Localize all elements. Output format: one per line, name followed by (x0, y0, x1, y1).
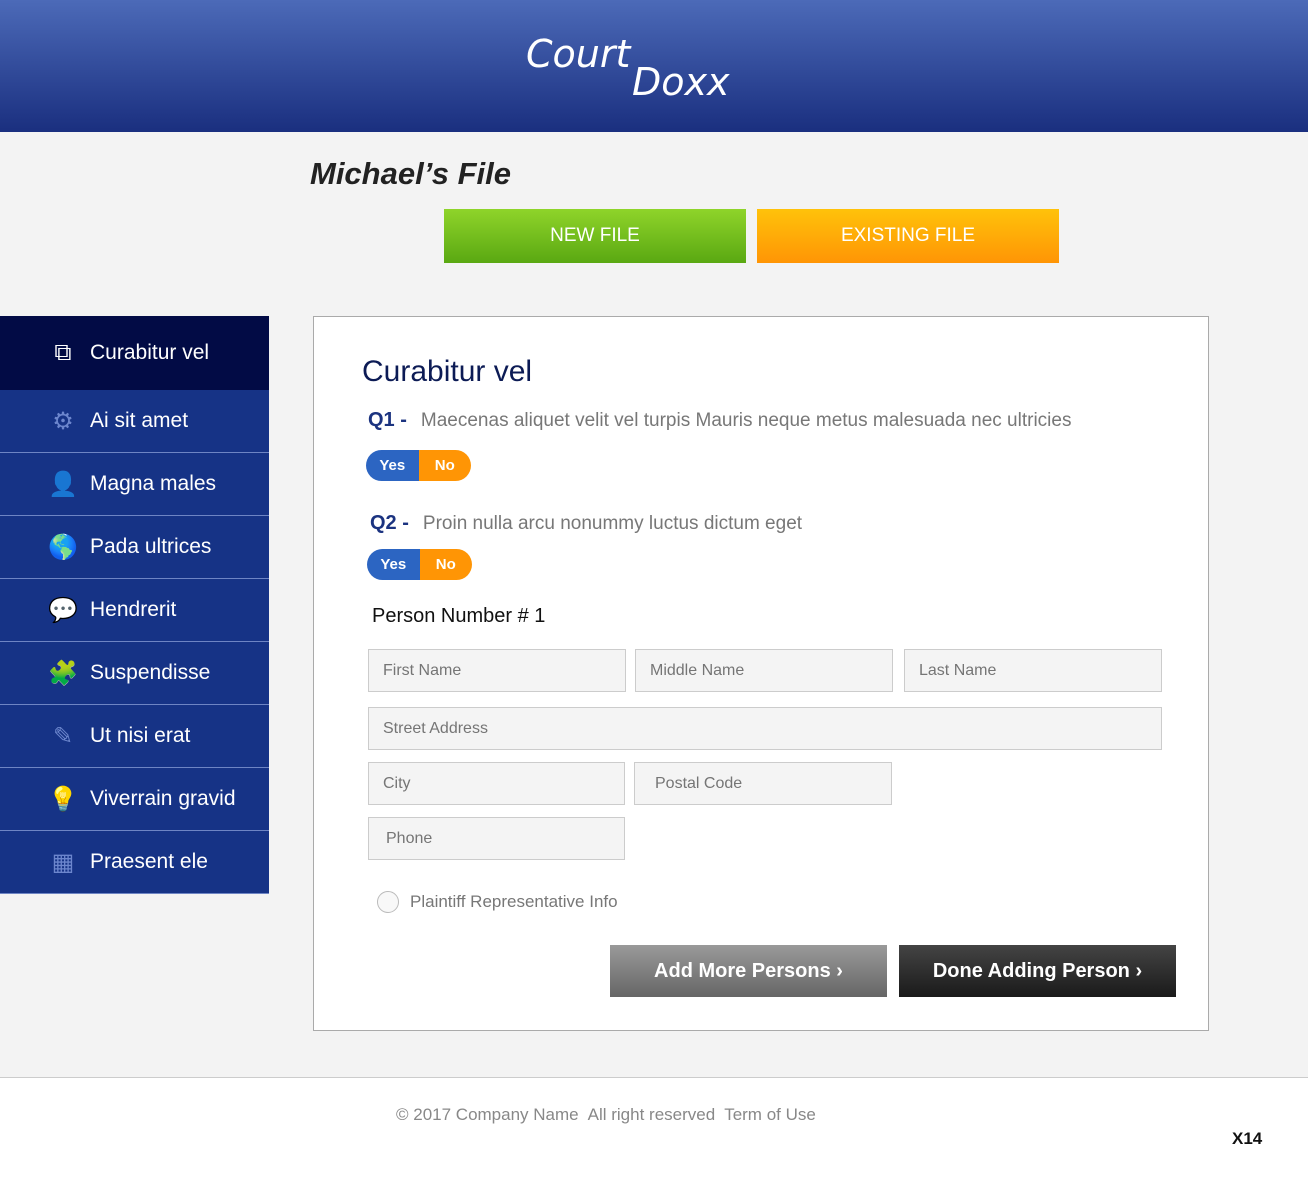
street-address-input[interactable] (368, 707, 1162, 750)
q1-text: Maecenas aliquet velit vel turpis Mauris… (420, 410, 1072, 431)
sidebar-item-label: Praesent ele (90, 850, 208, 873)
logo-text-court: Court (526, 32, 631, 76)
form-card: Curabitur vel Q1 - Maecenas aliquet velit… (313, 316, 1209, 1031)
sidebar-item-label: Suspendisse (90, 661, 211, 684)
pencil-icon: ✎ (52, 722, 74, 750)
sidebar-item-ut-nisi-erat[interactable]: ✎ Ut nisi erat (0, 705, 269, 768)
phone-input[interactable] (368, 817, 625, 860)
existing-file-button[interactable]: EXISTING FILE (757, 209, 1059, 263)
sidebar-item-label: Hendrerit (90, 598, 177, 621)
q2-yes-no-toggle: Yes No (367, 549, 472, 580)
form-heading: Curabitur vel (362, 355, 533, 388)
chat-bubble-icon: 💬 (48, 596, 78, 624)
calendar-icon: ▦ (51, 848, 75, 876)
plaintiff-representative-radio[interactable] (377, 891, 399, 913)
header: Court Doxx (0, 0, 1308, 132)
sidebar-item-viverrain-gravid[interactable]: 💡 Viverrain gravid (0, 768, 269, 831)
q2-label: Q2 - (370, 512, 409, 534)
copyright-text: © 2017 Company Name (396, 1105, 579, 1124)
puzzle-icon: 🧩 (48, 659, 78, 687)
q1-yes-option[interactable]: Yes (366, 450, 419, 481)
rights-text: All right reserved (587, 1105, 716, 1124)
sidebar-item-hendrerit[interactable]: 💬 Hendrerit (0, 579, 269, 642)
sidebar-item-ai-sit-amet[interactable]: ⚙ Ai sit amet (0, 390, 269, 453)
footer: © 2017 Company Name All right reserved Ter… (0, 1077, 1308, 1184)
last-name-input[interactable] (904, 649, 1162, 692)
first-name-input[interactable] (368, 649, 626, 692)
lightbulb-icon: 💡 (48, 785, 78, 813)
sidebar-item-label: Curabitur vel (90, 341, 210, 364)
person-number-label: Person Number # 1 (372, 605, 546, 627)
plaintiff-representative-label: Plaintiff Representative Info (410, 892, 618, 911)
new-file-button[interactable]: NEW FILE (444, 209, 746, 263)
q1-label: Q1 - (368, 409, 407, 431)
globe-icon: 🌎 (48, 533, 78, 561)
question-2: Q2 - Proin nulla arcu nonummy luctus dict… (370, 512, 802, 535)
sidebar-item-praesent-ele[interactable]: ▦ Praesent ele (0, 831, 269, 894)
q2-no-option[interactable]: No (419, 549, 472, 580)
q1-no-option[interactable]: No (418, 450, 471, 481)
question-1: Q1 - Maecenas aliquet velit vel turpis Ma… (368, 409, 1071, 432)
page-code: X14 (1232, 1129, 1263, 1148)
q2-yes-option[interactable]: Yes (367, 549, 420, 580)
q1-yes-no-toggle: Yes No (366, 450, 471, 481)
gear-icon: ⚙ (52, 407, 74, 435)
sidebar-item-label: Magna males (90, 472, 217, 495)
sidebar-item-magna-males[interactable]: 👤 Magna males (0, 453, 269, 516)
city-input[interactable] (368, 762, 625, 805)
terms-link[interactable]: Term of Use (724, 1105, 816, 1124)
logo[interactable]: Court Doxx (526, 32, 730, 104)
sidebar-item-label: Viverrain gravid (90, 787, 236, 810)
sidebar: ⧉ Curabitur vel ⚙ Ai sit amet 👤 Magna males 🌎 P… (0, 316, 269, 894)
done-adding-person-button[interactable]: Done Adding Person › (899, 945, 1176, 997)
add-more-persons-button[interactable]: Add More Persons › (610, 945, 887, 997)
sidebar-item-suspendisse[interactable]: 🧩 Suspendisse (0, 642, 269, 705)
sidebar-item-pada-ultrices[interactable]: 🌎 Pada ultrices (0, 516, 269, 579)
page-title: Michael’s File (310, 156, 512, 191)
postal-code-input[interactable] (634, 762, 892, 805)
middle-name-input[interactable] (635, 649, 893, 692)
sidebar-item-label: Pada ultrices (90, 535, 212, 558)
logo-text-doxx: Doxx (632, 60, 730, 104)
documents-icon: ⧉ (54, 339, 72, 366)
sidebar-item-curabitur-vel[interactable]: ⧉ Curabitur vel (0, 316, 269, 390)
user-icon: 👤 (48, 470, 78, 498)
sidebar-item-label: Ut nisi erat (90, 724, 191, 747)
sidebar-item-label: Ai sit amet (90, 409, 189, 432)
q2-text: Proin nulla arcu nonummy luctus dictum e… (422, 513, 803, 534)
